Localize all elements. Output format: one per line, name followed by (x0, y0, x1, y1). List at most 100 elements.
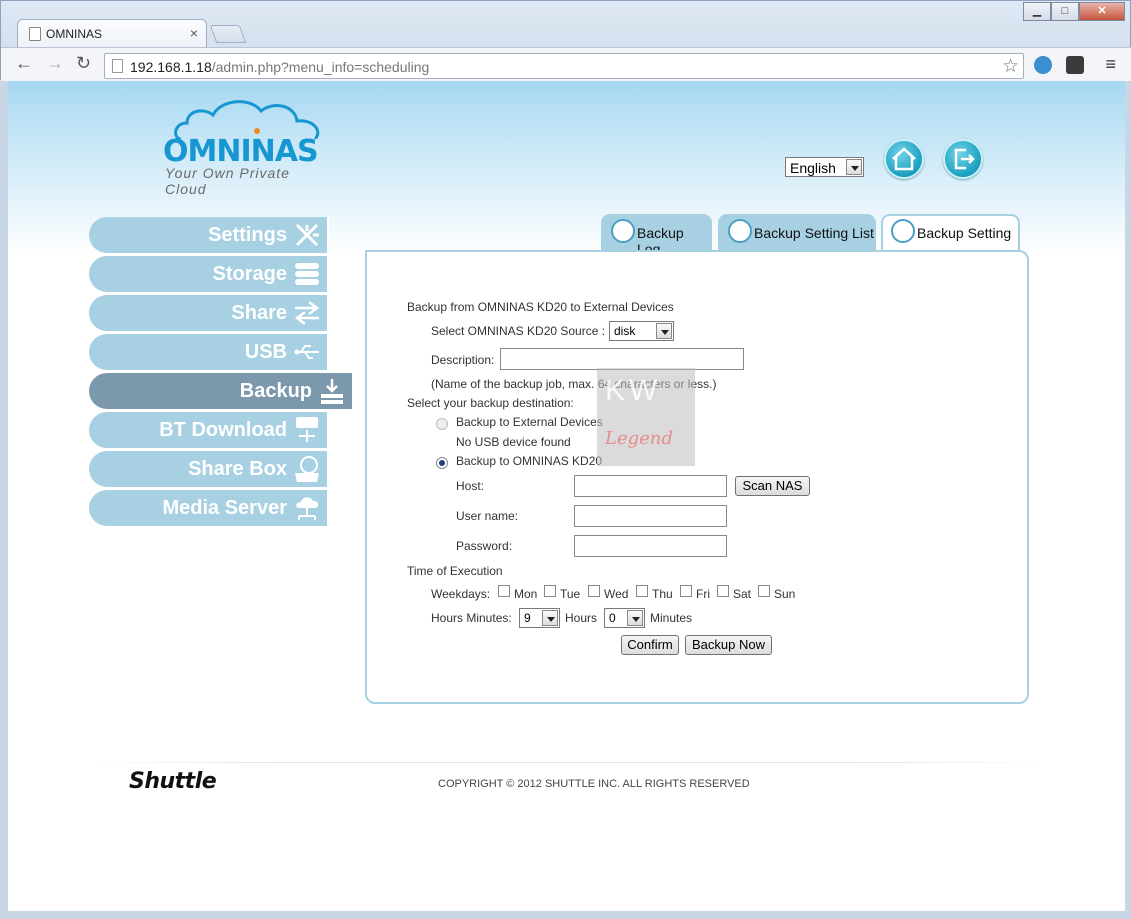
minimize-button[interactable]: ▁ (1023, 2, 1051, 21)
dest-external-radio[interactable] (436, 418, 448, 430)
tab-backup-setting[interactable]: Backup Setting (881, 214, 1020, 252)
sidebar-item-label: Share Box (188, 458, 287, 480)
source-select[interactable]: disk (609, 321, 674, 341)
new-tab-button[interactable] (209, 25, 247, 43)
day-checkbox-tue[interactable] (544, 585, 556, 597)
usb-icon (294, 345, 319, 359)
password-label: Password: (456, 539, 513, 553)
address-url[interactable]: 192.168.1.18/admin.php?menu_info=schedul… (130, 59, 429, 75)
backup-setting-icon (891, 219, 915, 243)
username-label: User name: (456, 509, 519, 523)
minutes-select[interactable]: 0 (604, 608, 645, 628)
footer-divider (88, 762, 1048, 763)
watermark-logo: KW Legend (597, 368, 695, 466)
host-label: Host: (456, 479, 485, 493)
day-label: Sat (733, 587, 752, 601)
language-value: English (790, 160, 836, 176)
tab-backup-setting-list[interactable]: Backup Setting List (718, 214, 876, 250)
bt-download-icon (296, 417, 318, 442)
tab-close-icon[interactable]: × (190, 25, 198, 41)
dest-nas-radio[interactable] (436, 457, 448, 469)
day-checkbox-fri[interactable] (680, 585, 692, 597)
page-favicon-icon (29, 27, 41, 41)
dest-external-label: Backup to External Devices (456, 415, 603, 429)
sidebar-item-settings[interactable]: Settings (89, 217, 329, 253)
browser-chrome: OMNINAS × ▁ □ ✕ ← → ↻ 192.168.1.18/admin… (0, 0, 1131, 81)
sidebar-item-share[interactable]: Share (89, 295, 329, 331)
backup-log-icon (611, 219, 635, 243)
share-arrows-icon (294, 301, 320, 325)
home-button[interactable] (884, 139, 924, 179)
day-checkbox-thu[interactable] (636, 585, 648, 597)
backup-now-button[interactable]: Backup Now (685, 635, 772, 655)
tab-label: Backup Setting (917, 225, 1012, 241)
password-input[interactable] (574, 535, 727, 557)
username-input[interactable] (574, 505, 727, 527)
sidebar-item-label: Backup (239, 380, 312, 402)
reload-icon[interactable]: ↻ (76, 53, 91, 74)
minutes-unit: Minutes (650, 611, 693, 625)
day-label: Sun (774, 587, 796, 601)
forward-icon[interactable]: → (46, 53, 64, 74)
dropdown-arrow-icon (656, 323, 672, 339)
close-window-button[interactable]: ✕ (1079, 2, 1125, 21)
hours-value: 9 (524, 611, 531, 625)
backup-list-icon (728, 219, 752, 243)
confirm-button[interactable]: Confirm (621, 635, 679, 655)
section-title: Backup from OMNINAS KD20 to External Dev… (407, 300, 674, 314)
check-extension-icon[interactable] (1066, 56, 1084, 74)
media-server-cloud-icon (296, 497, 319, 520)
host-input[interactable] (574, 475, 727, 497)
sidebar-item-share-box[interactable]: Share Box (89, 451, 329, 487)
language-select[interactable]: English (785, 157, 864, 177)
address-bar[interactable]: 192.168.1.18/admin.php?menu_info=schedul… (104, 53, 1024, 79)
dropdown-arrow-icon (542, 610, 558, 626)
day-checkbox-sat[interactable] (717, 585, 729, 597)
tab-backup-log[interactable]: Backup Log (601, 214, 712, 257)
dropdown-arrow-icon (627, 610, 643, 626)
day-label: Tue (560, 587, 581, 601)
day-label: Fri (696, 587, 710, 601)
sidebar-item-label: USB (244, 341, 287, 363)
browser-tab[interactable]: OMNINAS × (17, 19, 207, 47)
url-path: /admin.php?menu_info=scheduling (211, 59, 430, 75)
weekdays-label: Weekdays: (431, 587, 491, 601)
cloud-logo-icon (174, 100, 320, 139)
hours-select[interactable]: 9 (519, 608, 560, 628)
watermark-line1: KW (605, 374, 662, 407)
share-box-globe-icon (295, 456, 319, 482)
source-label: Select OMNINAS KD20 Source : (431, 324, 606, 338)
sidebar-item-storage[interactable]: Storage (89, 256, 329, 292)
back-icon[interactable]: ← (15, 53, 33, 74)
sidebar-item-backup[interactable]: Backup (89, 373, 354, 409)
sidebar-item-label: Share (231, 302, 287, 324)
sidebar-item-label: Settings (208, 224, 287, 246)
day-label: Mon (514, 587, 538, 601)
day-checkbox-mon[interactable] (498, 585, 510, 597)
sidebar-item-media-server[interactable]: Media Server (89, 490, 329, 526)
day-checkbox-wed[interactable] (588, 585, 600, 597)
watermark-line2: Legend (605, 428, 673, 449)
day-checkbox-sun[interactable] (758, 585, 770, 597)
no-usb-message: No USB device found (456, 435, 571, 449)
description-label: Description: (431, 353, 495, 367)
bookmark-star-icon[interactable]: ☆ (1002, 55, 1019, 78)
browser-menu-icon[interactable]: ≡ (1105, 54, 1116, 75)
tab-label: Backup Setting List (754, 225, 874, 241)
maximize-button[interactable]: □ (1051, 2, 1079, 21)
hours-unit: Hours (565, 611, 598, 625)
logout-button[interactable] (943, 139, 983, 179)
skype-extension-icon[interactable] (1034, 56, 1052, 74)
sidebar-item-usb[interactable]: USB (89, 334, 329, 370)
day-label: Thu (652, 587, 673, 601)
storage-icon (295, 263, 319, 285)
logo-tagline: Your Own Private Cloud (165, 165, 290, 197)
sidebar-item-label: Media Server (162, 497, 287, 519)
minutes-value: 0 (609, 611, 616, 625)
omninas-logo[interactable]: OMNINAS Your Own Private Cloud (163, 97, 333, 197)
backup-download-icon (321, 379, 343, 404)
browser-toolbar: ← → ↻ 192.168.1.18/admin.php?menu_info=s… (1, 47, 1131, 81)
sidebar-item-bt-download[interactable]: BT Download (89, 412, 329, 448)
description-input[interactable] (500, 348, 744, 370)
scan-nas-button[interactable]: Scan NAS (735, 476, 810, 496)
